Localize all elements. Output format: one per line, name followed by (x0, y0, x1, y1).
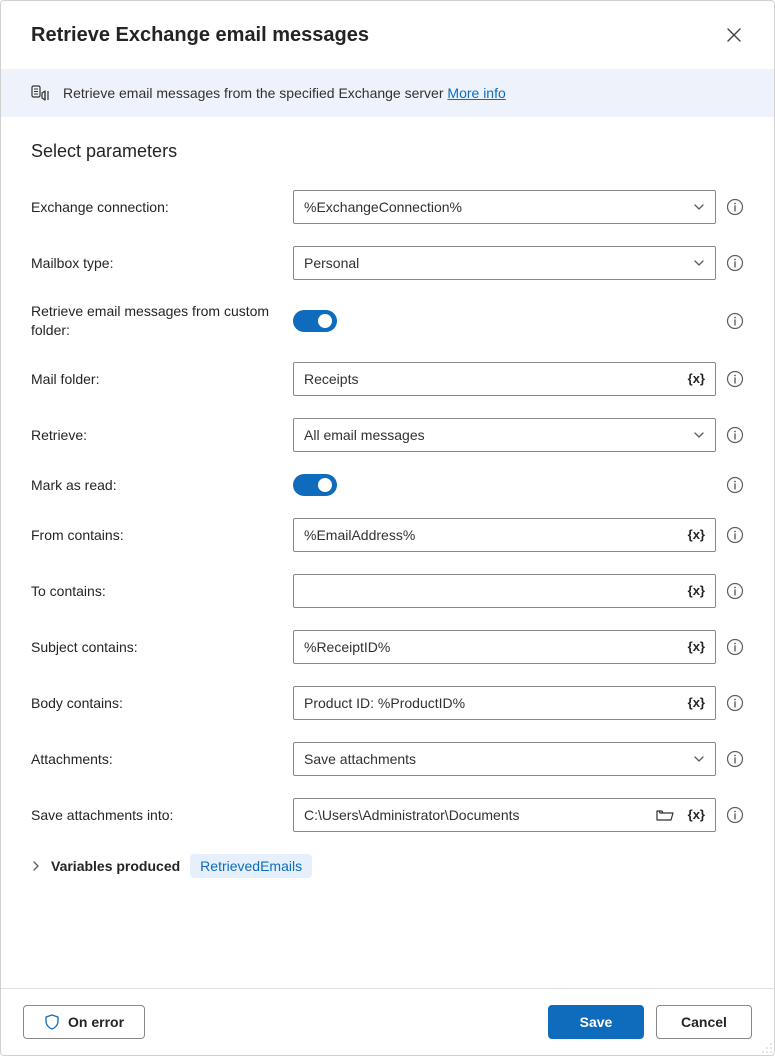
input-from-contains[interactable]: %EmailAddress% {x} (293, 518, 716, 552)
row-mail-folder: Mail folder: Receipts {x} (31, 362, 744, 396)
cancel-button[interactable]: Cancel (656, 1005, 752, 1039)
label-subject-contains: Subject contains: (31, 639, 281, 655)
info-icon[interactable] (726, 476, 744, 494)
select-retrieve[interactable]: All email messages (293, 418, 716, 452)
variables-produced-row[interactable]: Variables produced RetrievedEmails (31, 854, 744, 878)
chevron-right-icon (31, 861, 41, 871)
info-icon[interactable] (726, 638, 744, 656)
row-custom-folder-toggle: Retrieve email messages from custom fold… (31, 302, 744, 340)
on-error-button[interactable]: On error (23, 1005, 145, 1039)
info-icon[interactable] (726, 370, 744, 388)
info-icon[interactable] (726, 526, 744, 544)
info-icon[interactable] (726, 254, 744, 272)
chevron-down-icon (693, 753, 705, 765)
input-mail-folder[interactable]: Receipts {x} (293, 362, 716, 396)
info-icon[interactable] (726, 750, 744, 768)
dialog-header: Retrieve Exchange email messages (1, 1, 774, 69)
more-info-link[interactable]: More info (447, 85, 505, 101)
row-mailbox-type: Mailbox type: Personal (31, 246, 744, 280)
label-mailbox-type: Mailbox type: (31, 255, 281, 271)
chevron-down-icon (693, 201, 705, 213)
select-mailbox-type[interactable]: Personal (293, 246, 716, 280)
shield-icon (44, 1014, 60, 1030)
info-icon[interactable] (726, 198, 744, 216)
insert-variable-button[interactable]: {x} (682, 583, 705, 598)
info-icon[interactable] (726, 312, 744, 330)
row-from-contains: From contains: %EmailAddress% {x} (31, 518, 744, 552)
variable-chip-retrievedemails[interactable]: RetrievedEmails (190, 854, 312, 878)
toggle-mark-as-read[interactable] (293, 474, 337, 496)
insert-variable-button[interactable]: {x} (682, 527, 705, 542)
info-banner-text: Retrieve email messages from the specifi… (63, 85, 506, 101)
label-to-contains: To contains: (31, 583, 281, 599)
toggle-custom-folder[interactable] (293, 310, 337, 332)
input-save-into[interactable]: C:\Users\Administrator\Documents {x} (293, 798, 716, 832)
info-icon[interactable] (726, 426, 744, 444)
info-icon[interactable] (726, 694, 744, 712)
label-body-contains: Body contains: (31, 695, 281, 711)
variables-produced-label: Variables produced (51, 858, 180, 874)
row-exchange-connection: Exchange connection: %ExchangeConnection… (31, 190, 744, 224)
select-attachments[interactable]: Save attachments (293, 742, 716, 776)
label-retrieve: Retrieve: (31, 427, 281, 443)
browse-folder-icon[interactable] (656, 808, 674, 822)
dialog: Retrieve Exchange email messages Retriev… (0, 0, 775, 1056)
close-icon (727, 28, 741, 42)
label-attachments: Attachments: (31, 751, 281, 767)
label-save-into: Save attachments into: (31, 807, 281, 823)
info-icon[interactable] (726, 582, 744, 600)
chevron-down-icon (693, 257, 705, 269)
row-attachments: Attachments: Save attachments (31, 742, 744, 776)
row-save-into: Save attachments into: C:\Users\Administ… (31, 798, 744, 832)
resize-grip-icon[interactable] (761, 1042, 773, 1054)
dialog-footer: On error Save Cancel (1, 988, 774, 1055)
insert-variable-button[interactable]: {x} (682, 639, 705, 654)
row-mark-as-read: Mark as read: (31, 474, 744, 496)
label-exchange-connection: Exchange connection: (31, 199, 281, 215)
insert-variable-button[interactable]: {x} (682, 371, 705, 386)
select-exchange-connection[interactable]: %ExchangeConnection% (293, 190, 716, 224)
chevron-down-icon (693, 429, 705, 441)
row-body-contains: Body contains: Product ID: %ProductID% {… (31, 686, 744, 720)
row-subject-contains: Subject contains: %ReceiptID% {x} (31, 630, 744, 664)
section-title: Select parameters (31, 141, 744, 162)
input-subject-contains[interactable]: %ReceiptID% {x} (293, 630, 716, 664)
insert-variable-button[interactable]: {x} (682, 695, 705, 710)
info-icon[interactable] (726, 806, 744, 824)
label-custom-folder: Retrieve email messages from custom fold… (31, 302, 281, 340)
input-body-contains[interactable]: Product ID: %ProductID% {x} (293, 686, 716, 720)
close-button[interactable] (718, 19, 750, 51)
label-mail-folder: Mail folder: (31, 371, 281, 387)
row-retrieve: Retrieve: All email messages (31, 418, 744, 452)
save-button[interactable]: Save (548, 1005, 644, 1039)
row-to-contains: To contains: {x} (31, 574, 744, 608)
insert-variable-button[interactable]: {x} (682, 807, 705, 822)
content: Select parameters Exchange connection: %… (1, 117, 774, 988)
action-icon (31, 83, 51, 103)
label-mark-as-read: Mark as read: (31, 477, 281, 493)
input-to-contains[interactable]: {x} (293, 574, 716, 608)
dialog-title: Retrieve Exchange email messages (31, 24, 369, 47)
info-banner: Retrieve email messages from the specifi… (1, 69, 774, 117)
label-from-contains: From contains: (31, 527, 281, 543)
